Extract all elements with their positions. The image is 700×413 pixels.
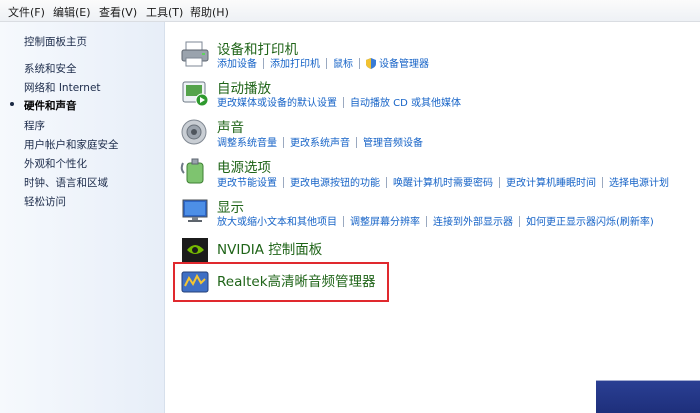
link-separator [386,177,387,188]
link-device-manager[interactable]: 设备管理器 [379,59,429,70]
sidebar-item-appearance[interactable]: 外观和个性化 [24,156,87,171]
link-add-printer[interactable]: 添加打印机 [270,59,320,70]
link-separator [343,97,344,108]
sidebar-item-programs[interactable]: 程序 [24,118,45,133]
link-separator [499,177,500,188]
sidebar: 控制面板主页 系统和安全 网络和 Internet 硬件和声音 程序 用户帐户和… [0,22,165,413]
autoplay-icon[interactable] [180,79,210,107]
link-separator [283,177,284,188]
nvidia-icon[interactable] [180,236,210,264]
sidebar-item-home[interactable]: 控制面板主页 [24,34,87,49]
link-separator [426,216,427,227]
link-separator [263,58,264,69]
devices-printers-links: 添加设备 添加打印机 鼠标 设备管理器 [217,55,429,70]
link-change-media-defaults[interactable]: 更改媒体或设备的默认设置 [217,98,337,109]
link-separator [283,137,284,148]
watermark-logo [596,366,700,413]
link-sleep-time[interactable]: 更改计算机睡眠时间 [506,178,596,189]
highlight-box [173,262,389,302]
sidebar-item-clock-region[interactable]: 时钟、语言和区域 [24,175,108,190]
sidebar-item-hardware-sound: 硬件和声音 [24,100,77,112]
power-icon[interactable] [180,157,210,185]
link-external-display[interactable]: 连接到外部显示器 [433,217,513,228]
menu-tools[interactable]: 工具(T) [146,4,183,20]
link-wake-password[interactable]: 唤醒计算机时需要密码 [393,178,493,189]
speaker-icon[interactable] [180,118,210,146]
link-mouse[interactable]: 鼠标 [333,59,353,70]
link-separator [602,177,603,188]
link-change-sounds[interactable]: 更改系统声音 [290,138,350,149]
category-power-options[interactable]: 电源选项 [217,156,271,176]
power-options-links: 更改节能设置 更改电源按钮的功能 唤醒计算机时需要密码 更改计算机睡眠时间 选择电源计划 [217,174,669,189]
menu-file[interactable]: 文件(F) [8,4,45,20]
link-adjust-volume[interactable]: 调整系统音量 [217,138,277,149]
sidebar-item-network[interactable]: 网络和 Internet [24,80,101,95]
link-screen-resolution[interactable]: 调整屏幕分辨率 [350,217,420,228]
sidebar-item-system-security[interactable]: 系统和安全 [24,61,77,76]
autoplay-links: 更改媒体或设备的默认设置 自动播放 CD 或其他媒体 [217,94,461,109]
display-links: 放大或缩小文本和其他项目 调整屏幕分辨率 连接到外部显示器 如何更正显示器闪烁(刷新率… [217,213,654,228]
menu-bar: 文件(F) 编辑(E) 查看(V) 工具(T) 帮助(H) [0,0,700,22]
link-manage-audio-devices[interactable]: 管理音频设备 [363,138,423,149]
link-separator [519,216,520,227]
menu-view[interactable]: 查看(V) [99,4,137,20]
link-separator [359,58,360,69]
link-separator [356,137,357,148]
link-add-device[interactable]: 添加设备 [217,59,257,70]
link-separator [326,58,327,69]
menu-edit[interactable]: 编辑(E) [53,4,91,20]
uac-shield-icon [366,58,376,69]
printer-icon[interactable] [180,40,210,68]
sidebar-item-user-accounts[interactable]: 用户帐户和家庭安全 [24,137,119,152]
link-power-button[interactable]: 更改电源按钮的功能 [290,178,380,189]
category-nvidia[interactable]: NVIDIA 控制面板 [217,238,322,258]
sidebar-item-ease-of-access[interactable]: 轻松访问 [24,194,66,209]
link-power-plan[interactable]: 选择电源计划 [609,178,669,189]
category-sound[interactable]: 声音 [217,116,244,136]
link-separator [343,216,344,227]
display-icon[interactable] [180,197,210,225]
menu-help[interactable]: 帮助(H) [190,4,229,20]
sound-links: 调整系统音量 更改系统声音 管理音频设备 [217,134,423,149]
link-autoplay-cd[interactable]: 自动播放 CD 或其他媒体 [350,98,461,109]
link-refresh-rate[interactable]: 如何更正显示器闪烁(刷新率) [526,217,654,228]
current-item-bullet [10,102,14,106]
link-text-size[interactable]: 放大或缩小文本和其他项目 [217,217,337,228]
link-power-saving[interactable]: 更改节能设置 [217,178,277,189]
